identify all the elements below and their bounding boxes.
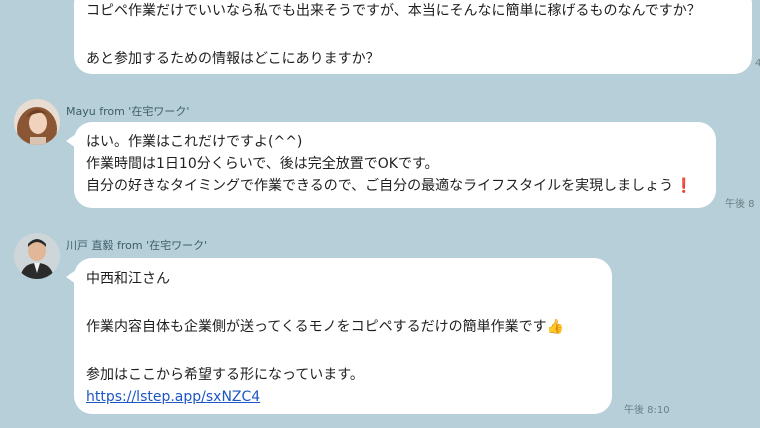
avatar[interactable]	[14, 233, 60, 279]
exclamation-icon: ❗	[675, 178, 693, 194]
message-text: 作業内容自体も企業側が送ってくるモノをコピペするだけの簡単作業です👍	[86, 319, 565, 335]
message-time: 午後 8	[725, 199, 755, 210]
message-text: 自分の好きなタイミングで作業できるので、ご自分の最適なライフスタイルを実現しまし…	[86, 178, 693, 194]
sender-name: 川戸 直毅 from '在宅ワーク'	[66, 239, 208, 252]
message-text: あと参加するための情報はどこにありますか？	[86, 51, 380, 67]
thumbs-up-icon: 👍	[546, 319, 565, 335]
message-bubble: はい。作業はこれだけですよ(^^) 作業時間は1日10分くらいで、後は完全放置で…	[66, 122, 716, 208]
avatar-photo	[14, 99, 60, 145]
chat-view: コピペ作業だけでいいなら私でも出来そうですが、本当にそんなに簡単に稼げるものなん…	[0, 0, 760, 428]
message-text: 作業時間は1日10分くらいで、後は完全放置でOKです。	[86, 156, 439, 172]
sender-name: Mayu from '在宅ワーク'	[66, 105, 190, 118]
message-text: 参加はここから希望する形になっています。	[86, 367, 364, 383]
message-time: 4	[755, 58, 760, 69]
message-bubble: コピペ作業だけでいいなら私でも出来そうですが、本当にそんなに簡単に稼げるものなん…	[74, 0, 752, 74]
avatar-photo	[14, 233, 60, 279]
message-text: 中西和江さん	[86, 271, 170, 287]
message-text: コピペ作業だけでいいなら私でも出来そうですが、本当にそんなに簡単に稼げるものなん…	[86, 3, 701, 19]
message-bubble: 中西和江さん 作業内容自体も企業側が送ってくるモノをコピペするだけの簡単作業です…	[66, 258, 612, 414]
message-time: 午後 8:10	[624, 405, 670, 416]
message-text: はい。作業はこれだけですよ(^^)	[86, 134, 303, 150]
message-link[interactable]: https://lstep.app/sxNZC4	[86, 386, 612, 408]
avatar[interactable]	[14, 99, 60, 145]
